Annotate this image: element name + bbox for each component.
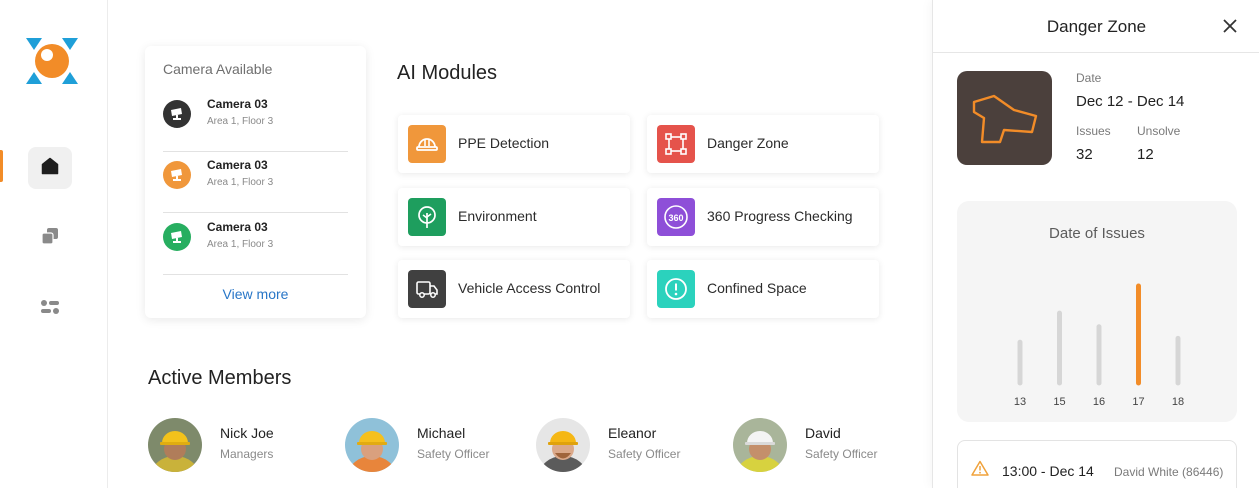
member-name: Michael <box>417 425 466 441</box>
issues-value: 32 <box>1076 146 1093 163</box>
unsolve-label: Unsolve <box>1137 124 1181 138</box>
date-label: Date <box>1076 71 1102 85</box>
module-vehicle-access[interactable]: Vehicle Access Control <box>398 260 630 318</box>
module-ppe-detection[interactable]: PPE Detection <box>398 115 630 173</box>
member-name: Eleanor <box>608 425 657 441</box>
tree-icon <box>408 198 446 236</box>
module-label: PPE Detection <box>458 135 550 151</box>
hard-hat-icon <box>408 125 446 163</box>
camera-card-title: Camera Available <box>163 61 273 77</box>
danger-zone-panel: Danger Zone Date Dec 12 - Dec 14 Issues … <box>932 0 1259 488</box>
app-logo <box>26 38 78 84</box>
member-role: Safety Officer <box>417 447 490 461</box>
camera-location: Area 1, Floor 3 <box>207 116 274 127</box>
member-card[interactable]: Michael Safety Officer <box>345 418 525 474</box>
camera-location: Area 1, Floor 3 <box>207 177 274 188</box>
close-icon[interactable] <box>1221 17 1239 35</box>
nav-home[interactable] <box>28 147 72 189</box>
module-label: 360 Progress Checking <box>707 208 853 224</box>
cctv-icon <box>163 223 191 251</box>
module-label: Confined Space <box>707 280 807 296</box>
chart-tick-label: 13 <box>1014 396 1026 408</box>
member-role: Safety Officer <box>805 447 878 461</box>
avatar <box>536 418 590 472</box>
member-name: Nick Joe <box>220 425 274 441</box>
member-card[interactable]: David Safety Officer <box>733 418 913 474</box>
issue-item[interactable]: 13:00 - Dec 14 David White (86446) <box>957 440 1237 488</box>
toggles-icon <box>40 298 60 321</box>
chart-tick-label: 16 <box>1093 396 1105 408</box>
active-nav-indicator <box>0 150 3 182</box>
home-icon <box>41 157 59 180</box>
issues-chart-card: Date of Issues 13 15 16 17 18 <box>957 201 1237 422</box>
member-card[interactable]: Nick Joe Managers <box>148 418 328 474</box>
zone-select-icon <box>657 125 695 163</box>
date-value: Dec 12 - Dec 14 <box>1076 93 1185 110</box>
module-360-progress[interactable]: 360 360 Progress Checking <box>647 188 879 246</box>
member-role: Managers <box>220 447 274 461</box>
issue-time: 13:00 - Dec 14 <box>1002 463 1094 479</box>
member-role: Safety Officer <box>608 447 681 461</box>
camera-location: Area 1, Floor 3 <box>207 239 274 250</box>
alert-icon <box>657 270 695 308</box>
chart-tick-label: 17 <box>1132 396 1144 408</box>
module-label: Environment <box>458 208 537 224</box>
camera-name: Camera 03 <box>207 220 268 234</box>
360-icon: 360 <box>657 198 695 236</box>
module-label: Vehicle Access Control <box>458 280 601 296</box>
warning-icon <box>971 460 989 481</box>
avatar <box>345 418 399 472</box>
module-confined-space[interactable]: Confined Space <box>647 260 879 318</box>
module-danger-zone[interactable]: Danger Zone <box>647 115 879 173</box>
view-more-link[interactable]: View more <box>145 286 366 302</box>
issues-label: Issues <box>1076 124 1111 138</box>
camera-name: Camera 03 <box>207 158 268 172</box>
issues-bar-chart: 13 15 16 17 18 <box>1014 283 1184 408</box>
camera-item[interactable]: Camera 03 Area 1, Floor 3 <box>163 213 348 275</box>
nav-layers[interactable] <box>28 217 72 259</box>
avatar <box>148 418 202 472</box>
camera-item[interactable]: Camera 03 Area 1, Floor 3 <box>163 151 348 213</box>
module-label: Danger Zone <box>707 135 789 151</box>
camera-item[interactable]: Camera 03 Area 1, Floor 3 <box>163 90 348 152</box>
issue-user: David White (86446) <box>1114 465 1224 479</box>
truck-icon <box>408 270 446 308</box>
svg-text:360: 360 <box>668 213 683 223</box>
zone-outline-icon <box>957 71 1052 165</box>
sidebar <box>0 0 108 488</box>
unsolve-value: 12 <box>1137 146 1154 163</box>
active-members-title: Active Members <box>148 367 292 389</box>
app-root: Camera Available Camera 03 Area 1, Floor… <box>0 0 1259 488</box>
member-name: David <box>805 425 841 441</box>
chart-tick-label: 15 <box>1053 396 1065 408</box>
camera-available-card: Camera Available Camera 03 Area 1, Floor… <box>145 46 366 318</box>
chart-tick-label: 18 <box>1172 396 1184 408</box>
layers-icon <box>41 227 59 250</box>
camera-name: Camera 03 <box>207 97 268 111</box>
cctv-icon <box>163 100 191 128</box>
ai-modules-title: AI Modules <box>397 62 498 84</box>
panel-title: Danger Zone <box>1046 17 1147 36</box>
member-card[interactable]: Eleanor Safety Officer <box>536 418 716 474</box>
nav-settings[interactable] <box>28 288 72 330</box>
cctv-icon <box>163 161 191 189</box>
avatar <box>733 418 787 472</box>
divider <box>163 274 348 275</box>
module-environment[interactable]: Environment <box>398 188 630 246</box>
panel-header: Danger Zone <box>933 0 1259 53</box>
